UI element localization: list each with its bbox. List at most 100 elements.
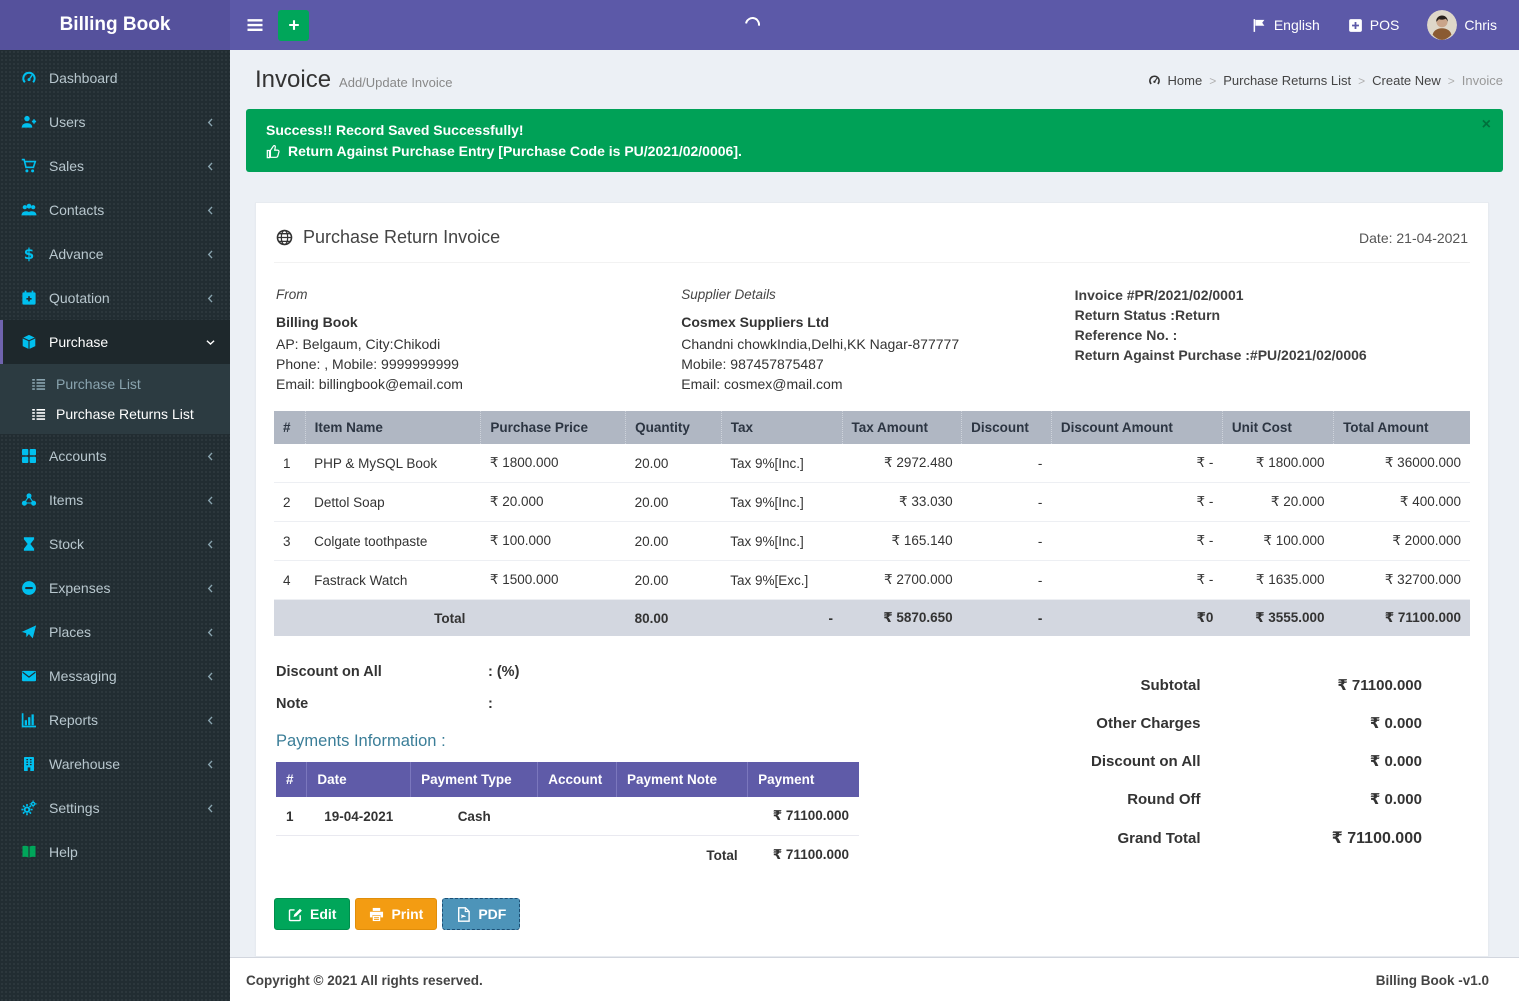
bar-chart-icon <box>21 712 37 728</box>
user-name: Chris <box>1464 17 1497 33</box>
brand-logo[interactable]: Billing Book <box>0 0 230 50</box>
print-button[interactable]: Print <box>355 898 437 930</box>
discount-on-all-row: Discount on All : (%) <box>276 664 860 680</box>
sidebar-item-purchase[interactable]: Purchase <box>0 320 230 364</box>
sidebar-item-purchase-list[interactable]: Purchase List <box>0 369 230 399</box>
table-row: 1 PHP & MySQL Book ₹ 1800.000 20.00 Tax … <box>274 444 1470 483</box>
sidebar-item-reports[interactable]: Reports <box>0 698 230 742</box>
sidebar-item-expenses[interactable]: Expenses <box>0 566 230 610</box>
sidebar-item-label: Quotation <box>49 290 110 306</box>
quick-add-button[interactable] <box>278 10 309 41</box>
cell: - <box>962 561 1052 600</box>
sidebar-item-help[interactable]: Help <box>0 830 230 874</box>
sidebar-toggle-hamburger-icon[interactable] <box>245 15 265 35</box>
col-payment: Payment <box>748 762 859 797</box>
table-row: 2 Dettol Soap ₹ 20.000 20.00 Tax 9%[Inc.… <box>274 483 1470 522</box>
from-address: AP: Belgaum, City:Chikodi <box>276 334 681 354</box>
cell: 20.00 <box>626 561 722 600</box>
alert-close-icon[interactable]: × <box>1482 117 1491 133</box>
sidebar-item-label: Contacts <box>49 202 104 218</box>
chevron-left-icon <box>205 715 216 726</box>
chevron-left-icon <box>205 117 216 128</box>
footer-version: Billing Book -v1.0 <box>1376 973 1489 988</box>
invoice-card-header: Purchase Return Invoice Date: 21-04-2021 <box>274 223 1470 263</box>
loading-spinner <box>742 14 763 35</box>
cell: ₹ - <box>1051 522 1222 561</box>
total-unit-cost: ₹ 3555.000 <box>1222 600 1333 637</box>
grand-total-value: ₹ 71100.000 <box>1201 818 1469 858</box>
cell: Tax 9%[Inc.] <box>721 444 842 483</box>
supplier-email: Email: cosmex@mail.com <box>681 374 1074 394</box>
sidebar-item-contacts[interactable]: Contacts <box>0 188 230 232</box>
invoice-meta-block: Invoice #PR/2021/02/0001 Return Status :… <box>1075 285 1468 394</box>
sidebar-item-places[interactable]: Places <box>0 610 230 654</box>
breadcrumb-purchase-returns-list[interactable]: Purchase Returns List <box>1223 73 1351 88</box>
cell: ₹ 20.000 <box>1222 483 1333 522</box>
cell: 19-04-2021 <box>307 797 411 836</box>
cell: ₹ - <box>1051 483 1222 522</box>
sidebar-item-stock[interactable]: Stock <box>0 522 230 566</box>
pos-button[interactable]: POS <box>1348 17 1400 33</box>
language-flag-icon <box>1252 18 1267 33</box>
cell: ₹ 400.000 <box>1334 483 1470 522</box>
pencil-square-icon <box>288 907 303 922</box>
cell: - <box>962 522 1052 561</box>
sidebar-item-messaging[interactable]: Messaging <box>0 654 230 698</box>
payments-total-row: Total ₹ 71100.000 <box>276 836 859 875</box>
note-label: Note <box>276 696 488 712</box>
payments-section: Discount on All : (%) Note : Payments In… <box>276 664 860 874</box>
alert-line1: Success!! Record Saved Successfully! <box>266 122 1483 138</box>
round-off-label: Round Off <box>860 780 1200 818</box>
table-row: 4 Fastrack Watch ₹ 1500.000 20.00 Tax 9%… <box>274 561 1470 600</box>
paper-plane-icon <box>21 624 37 640</box>
edit-button[interactable]: Edit <box>274 898 350 930</box>
sidebar-item-accounts[interactable]: Accounts <box>0 434 230 478</box>
minus-circle-icon <box>21 580 37 596</box>
chevron-left-icon <box>205 451 216 462</box>
col-quantity: Quantity <box>626 411 722 444</box>
breadcrumb-create-new[interactable]: Create New <box>1372 73 1441 88</box>
pdf-button[interactable]: PDF <box>442 898 520 930</box>
cell: ₹ 1800.000 <box>1222 444 1333 483</box>
breadcrumb-home[interactable]: Home <box>1168 73 1203 88</box>
invoice-date: Date: 21-04-2021 <box>1359 230 1468 246</box>
from-phone: Phone: , Mobile: 9999999999 <box>276 354 681 374</box>
sidebar-item-sales[interactable]: Sales <box>0 144 230 188</box>
globe-icon <box>276 229 293 246</box>
total-amount: ₹ 71100.000 <box>1334 600 1470 637</box>
breadcrumb-separator: > <box>1448 74 1455 88</box>
sidebar-item-purchase-returns-list[interactable]: Purchase Returns List <box>0 399 230 429</box>
sidebar-item-settings[interactable]: Settings <box>0 786 230 830</box>
list-icon <box>31 377 46 392</box>
payments-header-row: # Date Payment Type Account Payment Note… <box>276 762 859 797</box>
sidebar-item-quotation[interactable]: Quotation <box>0 276 230 320</box>
sidebar-item-dashboard[interactable]: Dashboard <box>0 56 230 100</box>
avatar <box>1427 10 1457 40</box>
book-icon <box>21 844 37 860</box>
breadcrumb-separator: > <box>1358 74 1365 88</box>
success-alert: Success!! Record Saved Successfully! Ret… <box>246 109 1503 172</box>
cell <box>616 797 747 836</box>
col-tax: Tax <box>721 411 842 444</box>
cell: Dettol Soap <box>305 483 481 522</box>
cell: ₹ - <box>1051 444 1222 483</box>
sidebar-item-items[interactable]: Items <box>0 478 230 522</box>
col-tax-amount: Tax Amount <box>842 411 962 444</box>
total-quantity: 80.00 <box>626 600 722 637</box>
language-label: English <box>1274 17 1320 33</box>
sidebar-item-warehouse[interactable]: Warehouse <box>0 742 230 786</box>
breadcrumb: Home > Purchase Returns List > Create Ne… <box>1148 73 1503 88</box>
table-row: 3 Colgate toothpaste ₹ 100.000 20.00 Tax… <box>274 522 1470 561</box>
topbar-left <box>230 0 309 50</box>
envelope-icon <box>21 668 37 684</box>
sidebar-item-advance[interactable]: Advance <box>0 232 230 276</box>
supplier-block: Supplier Details Cosmex Suppliers Ltd Ch… <box>681 285 1074 394</box>
sidebar-item-users[interactable]: Users <box>0 100 230 144</box>
cell: - <box>962 444 1052 483</box>
cubes-icon <box>21 492 37 508</box>
supplier-name: Cosmex Suppliers Ltd <box>681 312 1074 332</box>
language-menu[interactable]: English <box>1252 17 1320 33</box>
cell: ₹ 2700.000 <box>842 561 962 600</box>
payments-total-value: ₹ 71100.000 <box>748 836 859 875</box>
user-menu[interactable]: Chris <box>1427 10 1497 40</box>
